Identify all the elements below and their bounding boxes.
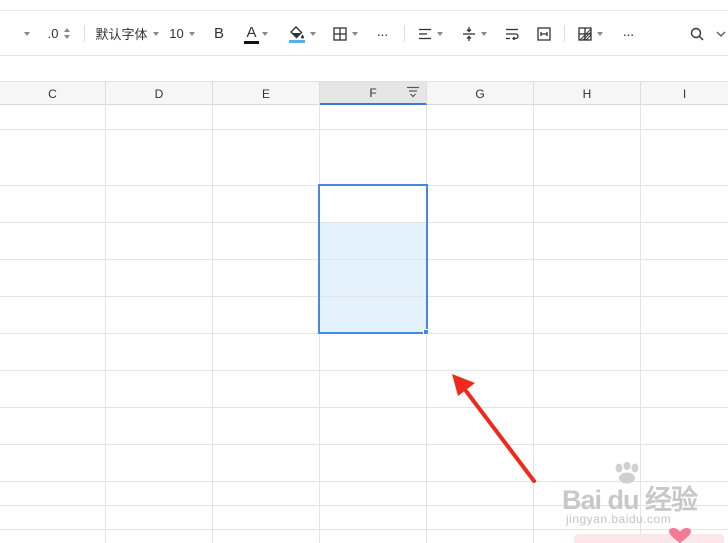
heart-icon [669, 528, 691, 543]
baidu-watermark: Bai du 经验 jingyan.baidu.com [556, 462, 728, 543]
watermark-banner [574, 534, 724, 543]
paw-logo-icon [615, 462, 639, 484]
watermark-url: jingyan.baidu.com [566, 512, 672, 526]
